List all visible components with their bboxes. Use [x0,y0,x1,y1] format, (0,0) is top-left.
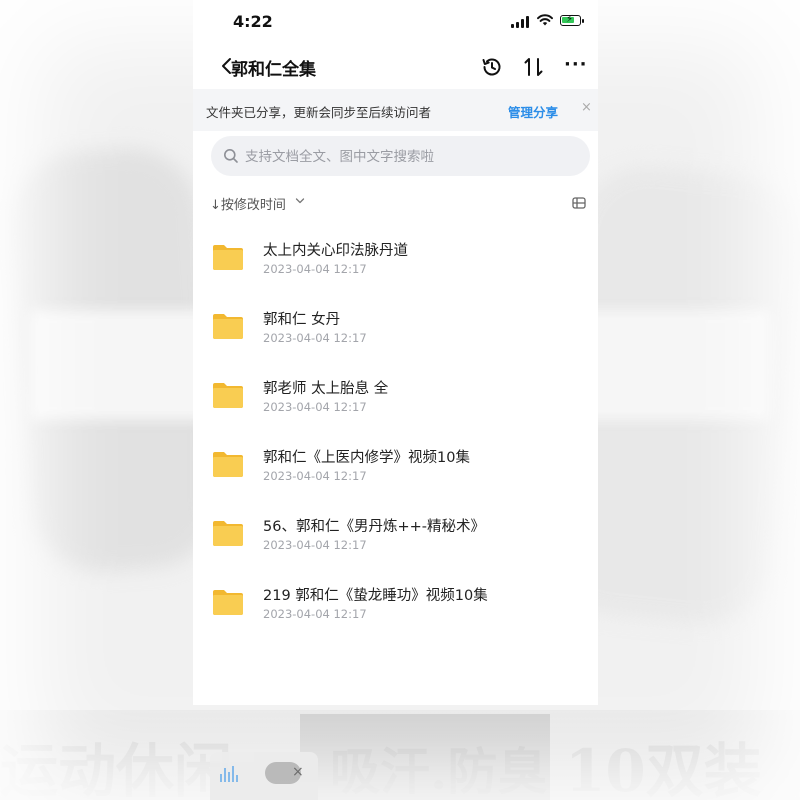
search-icon [224,149,238,163]
folder-icon [213,245,243,270]
file-name: 郭和仁 女丹 [263,312,341,328]
list-item[interactable]: 郭和仁 女丹 2023-04-04 12:17 [193,297,598,361]
view-toggle-icon[interactable] [572,197,586,209]
audio-wave-icon [220,766,238,782]
list-item[interactable]: 219 郭和仁《蛰龙睡功》视频10集 2023-04-04 12:17 [193,573,598,637]
phone-screen: 4:22 ⚡ 郭和仁全集 ··· 文件夹已分享，更新会同步至后续访问者 管理分享… [193,0,598,705]
file-name: 太上内关心印法脉丹道 [263,243,408,259]
share-notice-text: 文件夹已分享，更新会同步至后续访问者 [206,105,432,120]
cellular-signal-icon [511,15,529,28]
file-name: 郭和仁《上医内修学》视频10集 [263,450,470,466]
folder-icon [213,452,243,477]
page-title: 郭和仁全集 [231,60,316,80]
folder-icon [213,383,243,408]
list-item[interactable]: 郭老师 太上胎息 全 2023-04-04 12:17 [193,366,598,430]
sort-dropdown[interactable]: ↓按修改时间 [210,194,286,213]
list-item[interactable]: 郭和仁《上医内修学》视频10集 2023-04-04 12:17 [193,435,598,499]
sort-icon[interactable] [523,55,545,79]
history-icon[interactable] [480,55,504,79]
folder-icon [213,521,243,546]
file-date: 2023-04-04 12:17 [263,400,367,414]
close-icon[interactable]: × [581,100,592,115]
list-item[interactable]: 太上内关心印法脉丹道 2023-04-04 12:17 [193,228,598,292]
close-icon[interactable]: × [292,764,304,780]
folder-icon [213,590,243,615]
file-name: 219 郭和仁《蛰龙睡功》视频10集 [263,588,488,604]
file-name: 56、郭和仁《男丹炼++-精秘术》 [263,519,485,535]
status-bar: 4:22 ⚡ [193,0,598,44]
folder-icon [213,314,243,339]
floating-widget[interactable]: × [210,752,318,800]
search-input[interactable] [243,136,577,178]
sort-row: ↓按修改时间 [193,193,598,215]
battery-icon: ⚡ [560,14,584,26]
wifi-icon [537,14,553,26]
list-item[interactable]: 56、郭和仁《男丹炼++-精秘术》 2023-04-04 12:17 [193,504,598,568]
search-bar[interactable] [211,136,590,178]
status-time: 4:22 [233,12,273,31]
nav-bar: 郭和仁全集 ··· [193,48,598,86]
file-name: 郭老师 太上胎息 全 [263,381,389,397]
file-date: 2023-04-04 12:17 [263,331,367,345]
file-date: 2023-04-04 12:17 [263,538,367,552]
file-date: 2023-04-04 12:17 [263,469,367,483]
file-date: 2023-04-04 12:17 [263,262,367,276]
manage-share-link[interactable]: 管理分享 [508,102,558,121]
chevron-down-icon[interactable] [295,196,305,206]
more-icon[interactable]: ··· [564,54,588,75]
share-notice: 文件夹已分享，更新会同步至后续访问者 管理分享 × [193,89,598,131]
file-date: 2023-04-04 12:17 [263,607,367,621]
